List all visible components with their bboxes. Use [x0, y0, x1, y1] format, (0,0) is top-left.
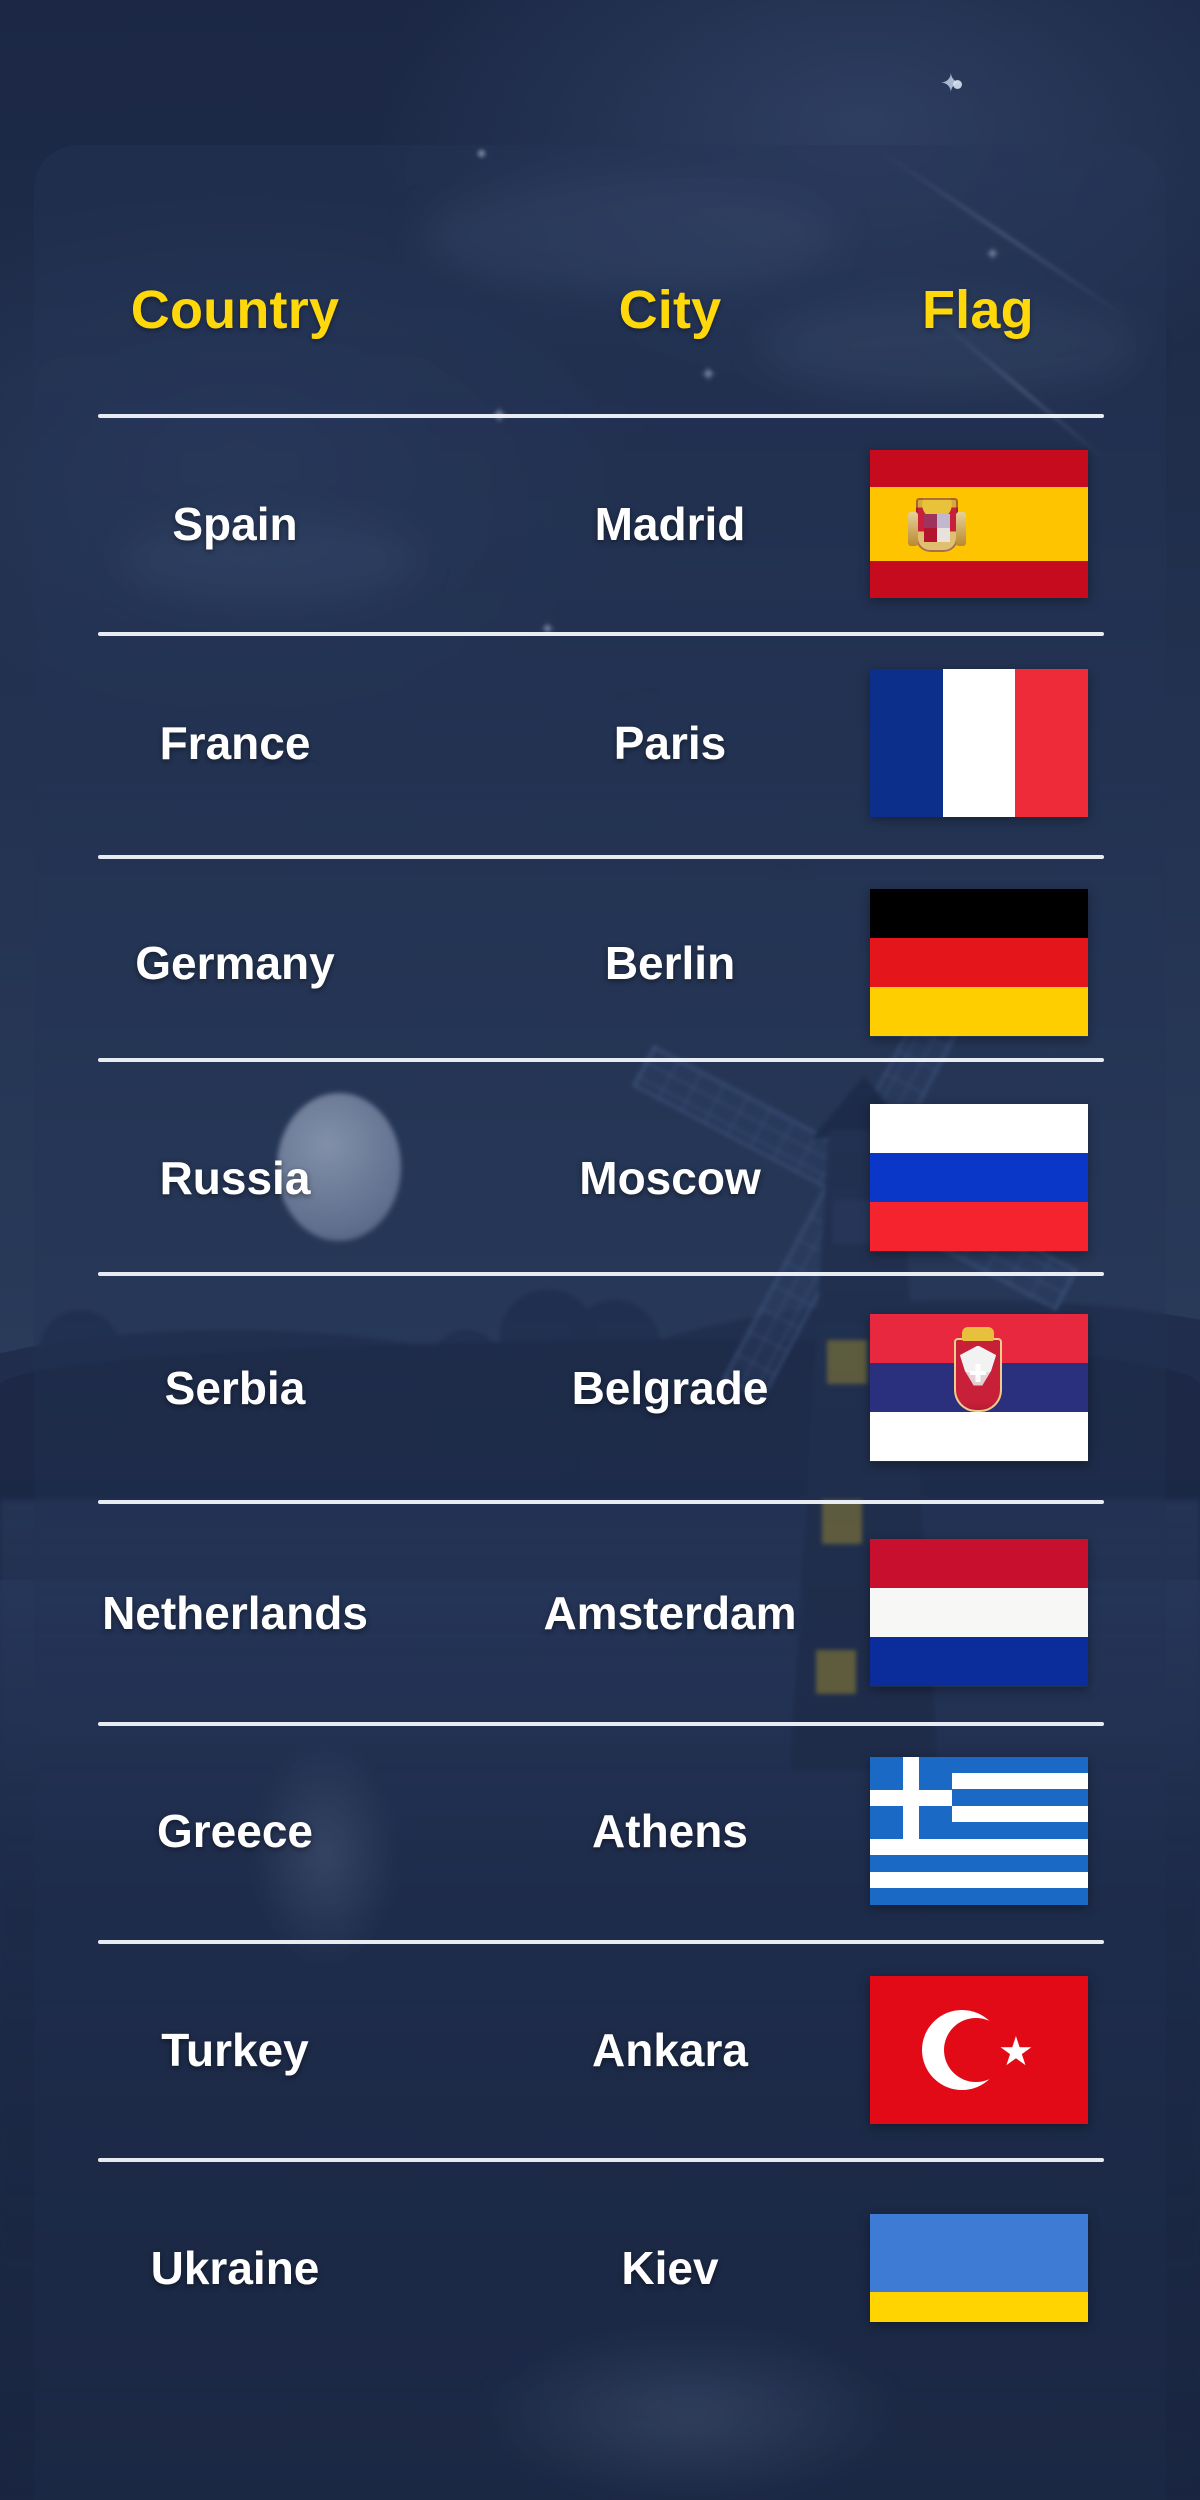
row-divider [98, 1272, 1104, 1276]
greece-flag-icon [870, 1756, 1088, 1905]
cell-country: Ukraine [150, 2241, 320, 2294]
row-divider [98, 1722, 1104, 1726]
column-header-country: Country [130, 280, 340, 340]
cell-city: Athens [592, 1804, 748, 1857]
cell-city: Ankara [592, 2023, 748, 2076]
table-row[interactable]: Germany Berlin [0, 888, 1200, 1037]
netherlands-flag-icon [870, 1538, 1088, 1687]
cell-city: Kiev [621, 2241, 719, 2294]
row-divider [98, 1500, 1104, 1504]
russia-flag-icon [870, 1103, 1088, 1252]
table-row[interactable]: Russia Moscow [0, 1103, 1200, 1252]
table-row[interactable]: Turkey Ankara ★ [0, 1975, 1200, 2124]
cell-country: Spain [172, 497, 298, 550]
column-header-city: City [618, 280, 722, 340]
table-row[interactable]: Greece Athens [0, 1756, 1200, 1905]
row-divider [98, 2158, 1104, 2162]
cell-city: Amsterdam [543, 1586, 797, 1639]
cell-country: Turkey [161, 2023, 309, 2076]
table-row[interactable]: Serbia Belgrade [0, 1313, 1200, 1462]
row-divider [98, 855, 1104, 859]
cell-country: Netherlands [102, 1586, 368, 1639]
germany-flag-icon [870, 888, 1088, 1037]
table-row[interactable]: Ukraine Kiev [0, 2200, 1200, 2335]
cell-city: Madrid [594, 497, 746, 550]
column-header-flag: Flag [922, 280, 1034, 340]
cell-country: Greece [156, 1804, 313, 1857]
cell-city: Paris [613, 716, 727, 769]
turkey-flag-icon: ★ [870, 1975, 1088, 2124]
row-divider [98, 1058, 1104, 1062]
spain-flag-icon [870, 449, 1088, 598]
serbia-flag-icon [870, 1313, 1088, 1462]
row-divider [98, 632, 1104, 636]
table-row[interactable]: Spain Madrid [0, 449, 1200, 598]
table-row[interactable]: Netherlands Amsterdam [0, 1538, 1200, 1687]
table-row[interactable]: France Paris [0, 668, 1200, 817]
cell-country: France [159, 716, 311, 769]
cell-country: Germany [135, 936, 335, 989]
country-city-flag-table: Country City Flag Spain Madrid France Pa… [0, 0, 1200, 2500]
row-divider [98, 1940, 1104, 1944]
cell-city: Berlin [604, 936, 736, 989]
cell-city: Belgrade [571, 1361, 769, 1414]
cell-country: Serbia [164, 1361, 306, 1414]
france-flag-icon [870, 668, 1088, 817]
table-header-row: Country City Flag [0, 255, 1200, 365]
cell-city: Moscow [579, 1151, 761, 1204]
cell-country: Russia [159, 1151, 311, 1204]
row-divider [98, 414, 1104, 418]
ukraine-flag-icon [870, 2213, 1088, 2322]
